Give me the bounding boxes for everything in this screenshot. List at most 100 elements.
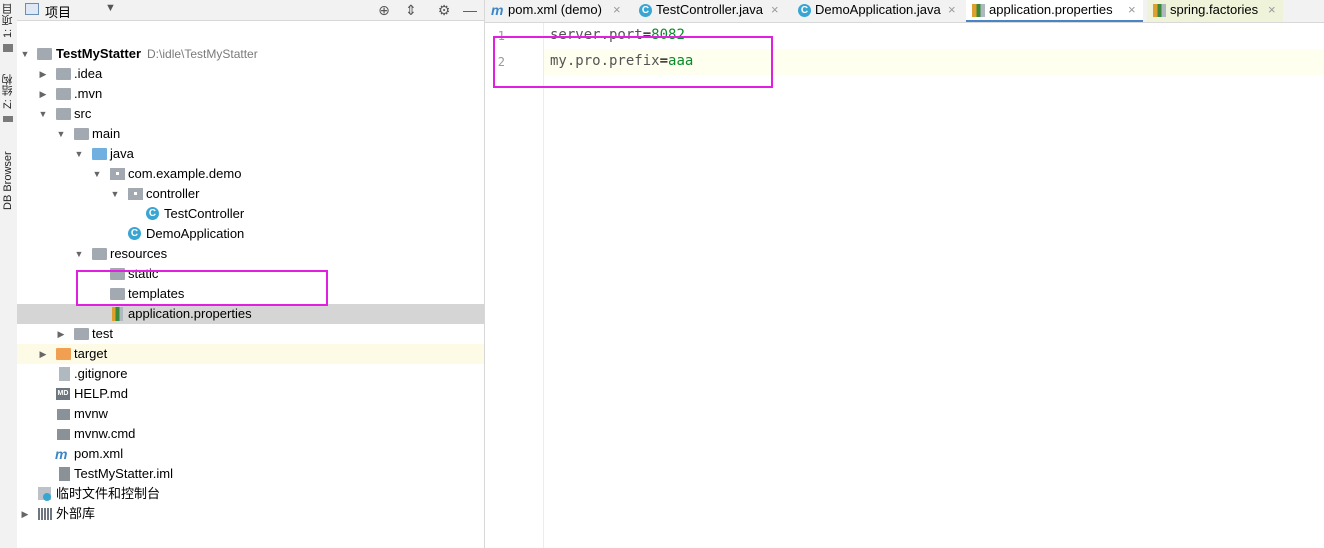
excluded-folder-icon	[56, 348, 71, 360]
close-icon[interactable]: ×	[1128, 0, 1136, 20]
structure-tool-tab[interactable]: Z: 结构	[1, 70, 16, 114]
gear-icon[interactable]: ⚙	[435, 1, 453, 19]
tree-row[interactable]: TestMyStatter.iml	[17, 464, 484, 484]
tree-label: main	[92, 126, 121, 141]
db-browser-tool-tab[interactable]: DB Browser	[1, 146, 16, 216]
project-tool-tab[interactable]: 1: 项目	[1, 2, 16, 40]
tree-label: com.example.demo	[128, 166, 242, 181]
tab-label: DemoApplication.java	[815, 2, 941, 17]
tab-application-properties[interactable]: application.properties ×	[966, 0, 1143, 22]
tree-row[interactable]: m pom.xml	[17, 444, 484, 464]
tree-row[interactable]: .gitignore	[17, 364, 484, 384]
tree-row[interactable]: ▶ 外部库	[17, 504, 484, 524]
maven-file-icon: m	[55, 446, 68, 462]
class-icon: C	[146, 207, 159, 220]
chevron-down-icon[interactable]: ▼	[19, 44, 31, 64]
tree-label: TestMyStatter	[56, 46, 142, 61]
tree-label: resources	[110, 246, 168, 261]
spring-class-icon: C	[128, 227, 141, 240]
tree-label: pom.xml	[74, 446, 124, 461]
tree-label: DemoApplication	[146, 226, 245, 241]
resources-folder-icon	[92, 248, 107, 260]
chevron-right-icon[interactable]: ▶	[37, 84, 49, 104]
tree-row-project-root[interactable]: ▼ TestMyStatter D:\idle\TestMyStatter	[17, 44, 484, 64]
chevron-down-icon[interactable]: ▼	[73, 144, 85, 164]
scratches-icon	[38, 487, 51, 501]
project-panel-title[interactable]: 项目	[45, 2, 71, 21]
tab-label: TestController.java	[656, 2, 763, 17]
tree-row[interactable]: ▶ test	[17, 324, 484, 344]
properties-file-icon	[1153, 4, 1166, 17]
package-icon	[110, 168, 125, 180]
tree-row[interactable]: ▼ resources	[17, 244, 484, 264]
folder-icon	[56, 88, 71, 100]
locate-icon[interactable]: ⊕	[375, 1, 393, 19]
tree-row[interactable]: ▼ src	[17, 104, 484, 124]
tree-row[interactable]: C TestController	[17, 204, 484, 224]
chevron-right-icon[interactable]: ▶	[55, 324, 67, 344]
tool-window-stripe: 1: 项目 Z: 结构 DB Browser	[0, 0, 18, 548]
chevron-down-icon[interactable]: ▼	[109, 184, 121, 204]
annotation-box-editor	[493, 36, 773, 88]
folder-icon	[56, 108, 71, 120]
chevron-down-icon[interactable]: ▼	[73, 244, 85, 264]
tab-label: pom.xml (demo)	[508, 2, 602, 17]
chevron-right-icon[interactable]: ▶	[37, 64, 49, 84]
tab-label: spring.factories	[1170, 2, 1259, 17]
tree-row[interactable]: ▼ controller	[17, 184, 484, 204]
close-icon[interactable]: ×	[1268, 0, 1276, 20]
properties-file-icon	[972, 4, 985, 17]
chevron-right-icon[interactable]: ▶	[19, 504, 31, 524]
minimize-icon[interactable]: —	[461, 1, 479, 19]
tree-row[interactable]: ▶ .idea	[17, 64, 484, 84]
close-icon[interactable]: ×	[613, 0, 621, 20]
project-panel-header: 项目 ▼ ⊕ ⇕ ⚙ —	[17, 0, 484, 21]
tree-row[interactable]: mvnw.cmd	[17, 424, 484, 444]
tree-label: target	[74, 346, 108, 361]
tree-row[interactable]: C DemoApplication	[17, 224, 484, 244]
tab-demoapplication[interactable]: C DemoApplication.java ×	[792, 0, 960, 22]
editor-tabs: m pom.xml (demo) × C TestController.java…	[485, 0, 1324, 23]
spring-class-icon: C	[798, 4, 811, 17]
structure-tool-icon[interactable]	[3, 116, 13, 122]
close-icon[interactable]: ×	[948, 0, 956, 20]
maven-file-icon: m	[491, 2, 504, 18]
tab-spring-factories[interactable]: spring.factories ×	[1147, 0, 1283, 22]
tree-label: java	[110, 146, 134, 161]
dropdown-icon[interactable]: ▼	[105, 2, 116, 14]
chevron-down-icon[interactable]: ▼	[55, 124, 67, 144]
tree-row[interactable]: ▼ java	[17, 144, 484, 164]
collapse-icon[interactable]: ⇕	[402, 1, 420, 19]
tree-row[interactable]: MD HELP.md	[17, 384, 484, 404]
project-tool-icon[interactable]	[3, 44, 13, 52]
tab-label: application.properties	[989, 2, 1113, 17]
class-icon: C	[639, 4, 652, 17]
tree-row[interactable]: ▼ main	[17, 124, 484, 144]
tab-pom-xml[interactable]: m pom.xml (demo) ×	[485, 0, 625, 22]
code-editor[interactable]: server.port=8082 my.pro.prefix=aaa	[544, 23, 1324, 548]
chevron-down-icon[interactable]: ▼	[37, 104, 49, 124]
tree-label: .gitignore	[74, 366, 128, 381]
tree-row[interactable]: ▼ com.example.demo	[17, 164, 484, 184]
tree-row[interactable]: mvnw	[17, 404, 484, 424]
source-folder-icon	[92, 148, 107, 160]
tree-label: .idea	[74, 66, 103, 81]
tree-label: test	[92, 326, 113, 341]
chevron-right-icon[interactable]: ▶	[37, 344, 49, 364]
tree-row-selected[interactable]: application.properties	[17, 304, 484, 324]
chevron-down-icon[interactable]: ▼	[91, 164, 103, 184]
tree-label: application.properties	[128, 306, 252, 321]
iml-file-icon	[59, 467, 70, 481]
tree-label: mvnw.cmd	[74, 426, 136, 441]
tab-testcontroller[interactable]: C TestController.java ×	[633, 0, 783, 22]
tree-row[interactable]: ▶ target	[17, 344, 484, 364]
tree-label: TestController	[164, 206, 245, 221]
tree-row[interactable]: 临时文件和控制台	[17, 484, 484, 504]
close-icon[interactable]: ×	[771, 0, 779, 20]
script-file-icon	[57, 409, 70, 420]
text-file-icon	[59, 367, 70, 381]
tree-label: .mvn	[74, 86, 103, 101]
tree-label: 外部库	[56, 506, 96, 521]
tree-row[interactable]: ▶ .mvn	[17, 84, 484, 104]
editor-gutter: 1 2	[485, 23, 544, 548]
